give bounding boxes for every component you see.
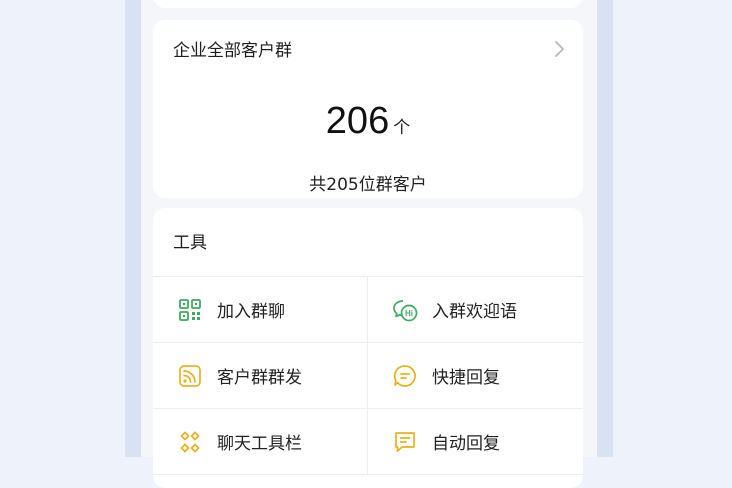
- tools-grid: 加入群聊 Hi 入群欢迎语 客户群群发 快捷回复 聊天工具栏 自动回复: [153, 276, 583, 475]
- tools-card: 工具 加入群聊 Hi 入群欢迎语 客户群群发 快捷回复 聊天工具栏 自动回复: [153, 208, 583, 488]
- tool-label: 自动回复: [432, 434, 500, 454]
- tool-label: 客户群群发: [217, 368, 302, 388]
- group-count: 206 个: [153, 100, 583, 143]
- previous-card: [153, 0, 583, 8]
- chat-hi-icon: Hi: [393, 299, 418, 321]
- tool-label: 入群欢迎语: [432, 302, 517, 322]
- tool-label: 聊天工具栏: [217, 434, 302, 454]
- message-square-icon: [395, 431, 415, 452]
- tools-row: 聊天工具栏 自动回复: [153, 409, 583, 475]
- tool-welcome-message[interactable]: Hi 入群欢迎语: [368, 277, 583, 342]
- qr-code-icon: [179, 298, 201, 321]
- message-circle-icon: [393, 364, 416, 387]
- tools-row: 加入群聊 Hi 入群欢迎语: [153, 277, 583, 343]
- tool-label: 加入群聊: [217, 302, 285, 322]
- card-title: 企业全部客户群: [173, 41, 292, 61]
- tool-quick-reply[interactable]: 快捷回复: [368, 343, 583, 408]
- group-count-unit: 个: [393, 118, 411, 138]
- page-content: 企业全部客户群 206 个 共205位群客户 工具 加入群聊 Hi 入群欢迎语 …: [141, 0, 597, 488]
- svg-text:Hi: Hi: [405, 309, 413, 318]
- tools-row: 客户群群发 快捷回复: [153, 343, 583, 409]
- tool-auto-reply[interactable]: 自动回复: [368, 409, 583, 474]
- tool-join-group[interactable]: 加入群聊: [153, 277, 368, 342]
- tool-chat-toolbar[interactable]: 聊天工具栏: [153, 409, 368, 474]
- group-customers-total: 共205位群客户: [309, 175, 427, 195]
- toolbar-icon: [180, 430, 200, 453]
- tool-group-broadcast[interactable]: 客户群群发: [153, 343, 368, 408]
- broadcast-icon: [179, 364, 201, 387]
- all-customer-groups-card[interactable]: 企业全部客户群 206 个 共205位群客户: [153, 20, 583, 198]
- tool-label: 快捷回复: [432, 368, 500, 388]
- chevron-right-icon: [555, 41, 564, 57]
- group-count-number: 206: [325, 100, 390, 142]
- tools-title: 工具: [173, 233, 207, 253]
